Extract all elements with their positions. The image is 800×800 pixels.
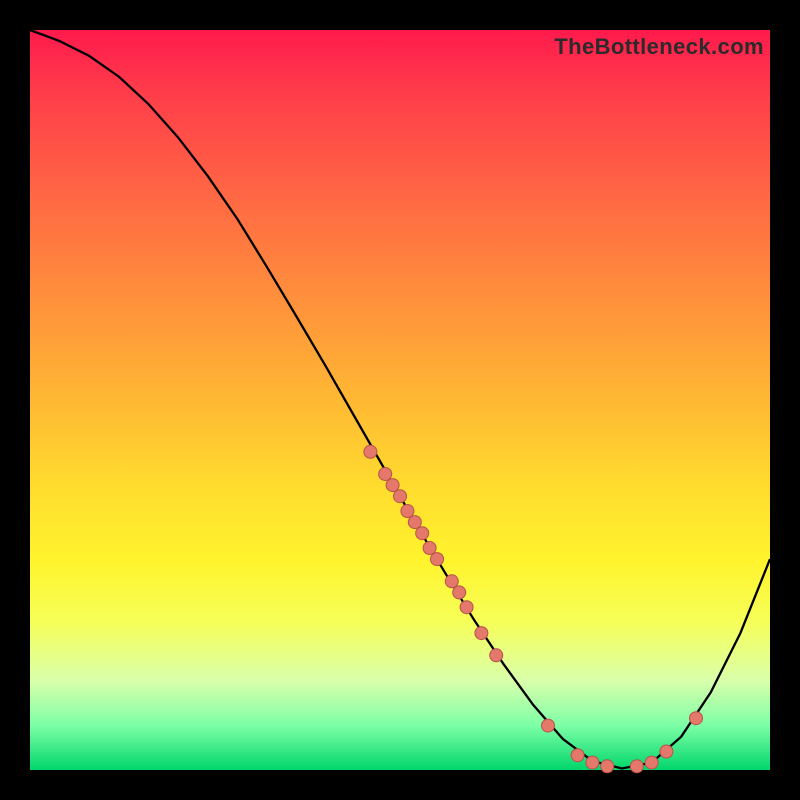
data-point [490, 649, 503, 662]
chart-frame: TheBottleneck.com [30, 30, 770, 770]
data-point [386, 479, 399, 492]
chart-overlay-svg [30, 30, 770, 770]
data-point [379, 468, 392, 481]
data-point [423, 542, 436, 555]
data-point [416, 527, 429, 540]
data-point [660, 745, 673, 758]
data-point [542, 719, 555, 732]
data-point [364, 445, 377, 458]
data-point [394, 490, 407, 503]
data-point [408, 516, 421, 529]
bottleneck-curve [30, 30, 770, 769]
data-point [571, 749, 584, 762]
data-point [401, 505, 414, 518]
data-points-group [364, 445, 703, 773]
data-point [475, 627, 488, 640]
data-point [453, 586, 466, 599]
data-point [645, 756, 658, 769]
data-point [601, 760, 614, 773]
data-point [630, 760, 643, 773]
data-point [445, 575, 458, 588]
data-point [460, 601, 473, 614]
data-point [586, 756, 599, 769]
data-point [431, 553, 444, 566]
data-point [690, 712, 703, 725]
